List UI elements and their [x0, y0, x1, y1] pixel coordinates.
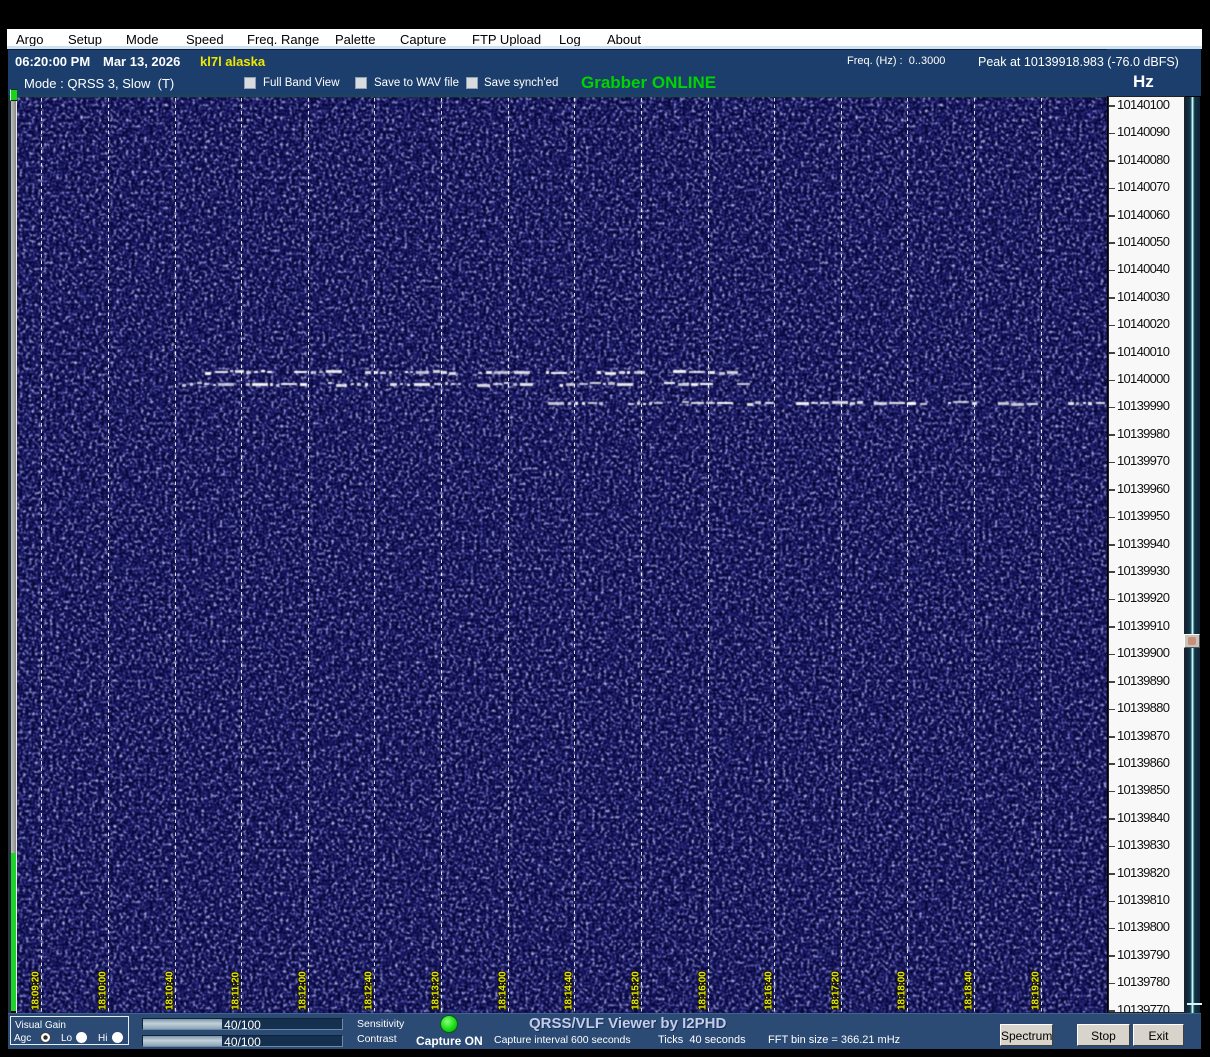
svg-text:18:13:20: 18:13:20: [430, 971, 441, 1010]
svg-text:18:14:00: 18:14:00: [497, 971, 508, 1010]
svg-text:18:16:40: 18:16:40: [763, 971, 774, 1010]
svg-text:18:12:40: 18:12:40: [363, 971, 374, 1010]
svg-text:18:12:00: 18:12:00: [297, 971, 308, 1010]
svg-text:18:16:00: 18:16:00: [697, 971, 708, 1010]
svg-text:18:10:40: 18:10:40: [164, 971, 175, 1010]
svg-text:18:11:20: 18:11:20: [230, 971, 241, 1010]
svg-text:18:18:40: 18:18:40: [963, 971, 974, 1010]
svg-text:18:18:00: 18:18:00: [896, 971, 907, 1010]
svg-text:18:14:40: 18:14:40: [563, 971, 574, 1010]
svg-text:18:19:20: 18:19:20: [1030, 971, 1041, 1010]
svg-text:18:09:20: 18:09:20: [30, 971, 41, 1010]
svg-text:18:15:20: 18:15:20: [630, 971, 641, 1010]
svg-text:18:10:00: 18:10:00: [97, 971, 108, 1010]
svg-text:18:17:20: 18:17:20: [830, 971, 841, 1010]
